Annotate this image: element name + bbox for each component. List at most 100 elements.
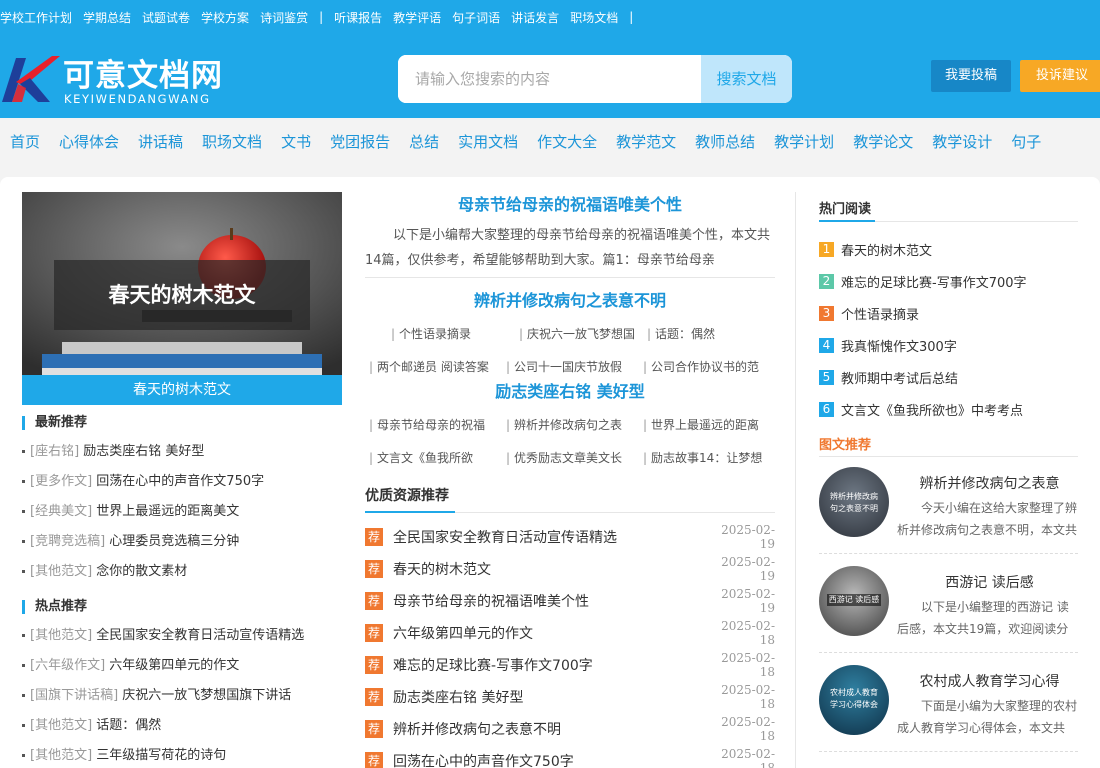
nav-item[interactable]: 实用文档 [458, 131, 518, 152]
related-link[interactable]: 世界上最遥远的距离 [643, 416, 775, 433]
item-category[interactable]: [六年级作文] [30, 658, 105, 673]
item-category[interactable]: [经典美文] [30, 504, 92, 519]
list-item[interactable]: 荐难忘的足球比赛-写事作文700字 2025-02-18 [365, 649, 775, 681]
item-title[interactable]: 庆祝六一放飞梦想国旗下讲话 [122, 688, 291, 703]
item-title[interactable]: 难忘的足球比赛-写事作文700字 [841, 272, 1027, 291]
list-item[interactable]: [其他范文] 全民国家安全教育日活动宣传语精选 [22, 621, 352, 651]
featured-overlay-title[interactable]: 春天的树木范文 [54, 260, 310, 330]
item-category[interactable]: [其他范文] [30, 628, 92, 643]
search-input[interactable] [398, 55, 701, 103]
nav-item[interactable]: 教学论文 [853, 131, 913, 152]
nav-item[interactable]: 文书 [281, 131, 311, 152]
article-title[interactable]: 西游记 读后感 [901, 572, 1078, 592]
nav-item[interactable]: 句子 [1011, 131, 1041, 152]
list-item[interactable]: [国旗下讲话稿] 庆祝六一放飞梦想国旗下讲话 [22, 681, 352, 711]
top-link[interactable]: 诗词鉴赏 [260, 9, 308, 26]
list-item[interactable]: [座右铭] 励志类座右铭 美好型 [22, 437, 352, 467]
list-item[interactable]: 荐六年级第四单元的作文 2025-02-18 [365, 617, 775, 649]
picture-article[interactable]: 辨析并修改病句之表意不明 辨析并修改病句之表意 今天小编在这给大家整理了辨析并修… [819, 467, 1078, 557]
related-link[interactable]: 母亲节给母亲的祝福 [369, 416, 501, 433]
item-title[interactable]: 励志类座右铭 美好型 [83, 444, 204, 459]
list-item[interactable]: 3 个性语录摘录 [819, 297, 1078, 329]
item-title[interactable]: 话题：偶然 [96, 718, 161, 733]
nav-item[interactable]: 心得体会 [59, 131, 119, 152]
nav-item[interactable]: 教学计划 [774, 131, 834, 152]
group3-title[interactable]: 励志类座右铭 美好型 [365, 378, 775, 402]
nav-item[interactable]: 讲话稿 [138, 131, 183, 152]
list-item[interactable]: [经典美文] 世界上最遥远的距离美文 [22, 497, 352, 527]
featured-article[interactable]: 春天的树木范文 春天的树木范文 [22, 192, 342, 405]
nav-item[interactable]: 职场文档 [202, 131, 262, 152]
list-item[interactable]: 荐春天的树木范文 2025-02-19 [365, 553, 775, 585]
list-item[interactable]: 6 文言文《鱼我所欲也》中考考点 [819, 393, 1078, 425]
top-link[interactable]: 职场文档 [570, 9, 618, 26]
article-thumbnail[interactable]: 农村成人教育学习心得体会 [819, 665, 889, 735]
list-item[interactable]: 荐全民国家安全教育日活动宣传语精选 2025-02-19 [365, 521, 775, 553]
nav-item[interactable]: 教学设计 [932, 131, 992, 152]
list-item[interactable]: [更多作文] 回荡在心中的声音作文750字 [22, 467, 352, 497]
related-link[interactable]: 两个邮递员 阅读答案 [369, 358, 501, 375]
related-link[interactable]: 公司合作协议书的范 [643, 358, 775, 375]
item-title[interactable]: 我真惭愧作文300字 [841, 336, 957, 355]
top-link[interactable]: 学校工作计划 [0, 9, 72, 26]
top-link[interactable]: 讲话发言 [511, 9, 559, 26]
list-item[interactable]: 荐回荡在心中的声音作文750字 2025-02-18 [365, 745, 775, 768]
list-item[interactable]: 2 难忘的足球比赛-写事作文700字 [819, 265, 1078, 297]
item-title[interactable]: 励志类座右铭 美好型 [393, 687, 717, 707]
nav-item[interactable]: 总结 [409, 131, 439, 152]
article-thumbnail[interactable]: 辨析并修改病句之表意不明 [819, 467, 889, 537]
list-item[interactable]: 荐辨析并修改病句之表意不明 2025-02-18 [365, 713, 775, 745]
related-link[interactable]: 优秀励志文章美文长 [506, 449, 638, 466]
related-link[interactable]: 公司十一国庆节放假 [506, 358, 638, 375]
item-title[interactable]: 全民国家安全教育日活动宣传语精选 [96, 628, 304, 643]
related-link[interactable]: 辨析并修改病句之表 [506, 416, 638, 433]
related-link[interactable]: 话题：偶然 [647, 325, 775, 342]
item-title[interactable]: 念你的散文素材 [96, 564, 187, 579]
item-category[interactable]: [竞聘竞选稿] [30, 534, 105, 549]
headline-title[interactable]: 母亲节给母亲的祝福语唯美个性 [365, 191, 775, 215]
nav-item[interactable]: 党团报告 [330, 131, 390, 152]
list-item[interactable]: [六年级作文] 六年级第四单元的作文 [22, 651, 352, 681]
item-title[interactable]: 回荡在心中的声音作文750字 [96, 474, 264, 489]
featured-caption[interactable]: 春天的树木范文 [22, 375, 342, 405]
list-item[interactable]: 5 教师期中考试后总结 [819, 361, 1078, 393]
item-category[interactable]: [其他范文] [30, 718, 92, 733]
item-category[interactable]: [国旗下讲话稿] [30, 688, 118, 703]
group2-title[interactable]: 辨析并修改病句之表意不明 [365, 287, 775, 311]
article-title[interactable]: 辨析并修改病句之表意 [901, 473, 1078, 493]
nav-item[interactable]: 教学范文 [616, 131, 676, 152]
top-link[interactable]: 听课报告 [334, 9, 382, 26]
item-title[interactable]: 难忘的足球比赛-写事作文700字 [393, 655, 717, 675]
item-title[interactable]: 六年级第四单元的作文 [393, 623, 717, 643]
nav-item[interactable]: 首页 [10, 131, 40, 152]
top-link[interactable]: 学期总结 [83, 9, 131, 26]
list-item[interactable]: [其他范文] 话题：偶然 [22, 711, 352, 741]
nav-item[interactable]: 教师总结 [695, 131, 755, 152]
top-link[interactable]: 句子词语 [452, 9, 500, 26]
picture-article[interactable]: 农村成人教育学习心得体会 农村成人教育学习心得 下面是小编为大家整理的农村成人教… [819, 665, 1078, 755]
list-item[interactable]: [其他范文] 念你的散文素材 [22, 557, 352, 587]
list-item[interactable]: [竞聘竞选稿] 心理委员竞选稿三分钟 [22, 527, 352, 557]
item-title[interactable]: 世界上最遥远的距离美文 [96, 504, 239, 519]
list-item[interactable]: 1 春天的树木范文 [819, 233, 1078, 265]
article-title[interactable]: 农村成人教育学习心得 [901, 671, 1078, 691]
item-title[interactable]: 心理委员竞选稿三分钟 [109, 534, 239, 549]
top-link[interactable]: 试题试卷 [142, 9, 190, 26]
search-button[interactable]: 搜索文档 [701, 55, 792, 103]
item-title[interactable]: 全民国家安全教育日活动宣传语精选 [393, 527, 717, 547]
item-category[interactable]: [更多作文] [30, 474, 92, 489]
related-link[interactable]: 个性语录摘录 [391, 325, 519, 342]
item-title[interactable]: 母亲节给母亲的祝福语唯美个性 [393, 591, 717, 611]
article-thumbnail[interactable]: 西游记 读后感 [819, 566, 889, 636]
item-title[interactable]: 回荡在心中的声音作文750字 [393, 751, 717, 768]
item-title[interactable]: 春天的树木范文 [841, 240, 932, 259]
item-title[interactable]: 辨析并修改病句之表意不明 [393, 719, 717, 739]
item-title[interactable]: 三年级描写荷花的诗句 [96, 748, 226, 763]
nav-item[interactable]: 作文大全 [537, 131, 597, 152]
picture-article[interactable]: 西游记 读后感 西游记 读后感 以下是小编整理的西游记 读后感，本文共19篇，欢… [819, 566, 1078, 656]
complaint-button[interactable]: 投诉建议 [1020, 60, 1100, 92]
item-title[interactable]: 文言文《鱼我所欲也》中考考点 [841, 400, 1023, 419]
list-item[interactable]: [其他范文] 三年级描写荷花的诗句 [22, 741, 352, 768]
related-link[interactable]: 励志故事14：让梦想 [643, 449, 775, 466]
related-link[interactable]: 文言文《鱼我所欲 [369, 449, 501, 466]
